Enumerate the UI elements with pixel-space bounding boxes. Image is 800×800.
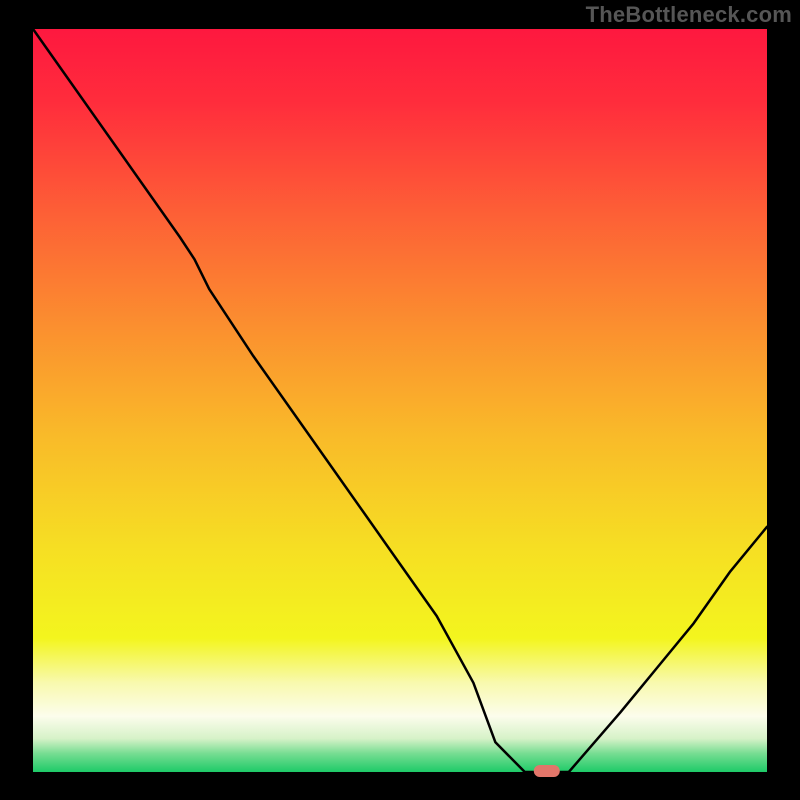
optimal-marker: [534, 765, 560, 777]
plot-background: [33, 29, 767, 772]
bottleneck-chart: [0, 0, 800, 800]
chart-container: TheBottleneck.com: [0, 0, 800, 800]
attribution-label: TheBottleneck.com: [586, 2, 792, 28]
